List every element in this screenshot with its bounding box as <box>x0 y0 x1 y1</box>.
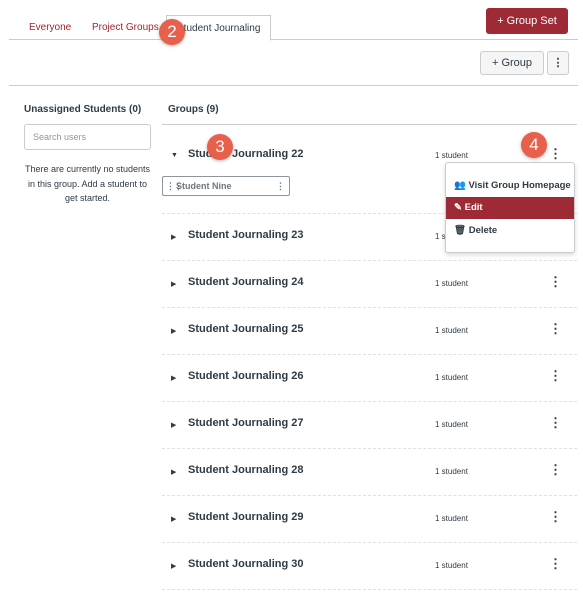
student-options-icon[interactable]: ⋮ <box>276 177 285 195</box>
groups-title: Groups (9) <box>168 104 219 115</box>
menu-item-delete[interactable]: 🗑 Delete <box>446 220 574 242</box>
caret-right-icon[interactable]: ▶ <box>171 327 176 335</box>
add-group-button[interactable]: + Group <box>480 51 544 75</box>
drag-handle-icon[interactable]: ⋮⋮ <box>166 177 183 195</box>
caret-down-icon[interactable]: ▼ <box>171 152 178 159</box>
callout-badge: 3 <box>207 134 233 160</box>
caret-right-icon[interactable]: ▶ <box>171 421 176 429</box>
caret-right-icon[interactable]: ▶ <box>171 515 176 523</box>
group-options-icon[interactable]: ⋮ <box>549 368 562 384</box>
group-row[interactable]: ▶ Student Journaling 24 1 student ⋮ <box>162 261 577 308</box>
group-options-menu: 👥 Visit Group Homepage ✎ Edit 🗑 Delete <box>445 162 575 253</box>
group-set-options-button[interactable]: ⋮ <box>547 51 569 75</box>
callout-badge: 4 <box>521 132 547 158</box>
group-name: Student Journaling 25 <box>188 323 304 335</box>
divider <box>9 85 578 86</box>
menu-label: Edit <box>464 202 483 213</box>
group-options-icon[interactable]: ⋮ <box>549 556 562 572</box>
group-name: Student Journaling 29 <box>188 511 304 523</box>
caret-right-icon[interactable]: ▶ <box>171 233 176 241</box>
caret-right-icon[interactable]: ▶ <box>171 562 176 570</box>
caret-right-icon[interactable]: ▶ <box>171 374 176 382</box>
group-count: 1 student <box>435 561 468 570</box>
group-count: 1 student <box>435 326 468 335</box>
caret-right-icon[interactable]: ▶ <box>171 468 176 476</box>
group-row[interactable]: ▶ Student Journaling 30 1 student ⋮ <box>162 543 577 590</box>
menu-label: Delete <box>468 225 498 236</box>
group-name: Student Journaling 30 <box>188 558 304 570</box>
empty-message: There are currently no students in this … <box>24 164 151 203</box>
group-count: 1 student <box>435 467 468 476</box>
group-name: Student Journaling 24 <box>188 276 304 288</box>
group-options-icon[interactable]: ⋮ <box>549 509 562 525</box>
group-options-icon[interactable]: ⋮ <box>549 415 562 431</box>
search-users-input[interactable]: Search users <box>24 124 151 150</box>
group-row[interactable]: ▶ Student Journaling 27 1 student ⋮ <box>162 402 577 449</box>
unassigned-title: Unassigned Students (0) <box>24 104 142 115</box>
tab-everyone[interactable]: Everyone <box>29 15 71 40</box>
group-options-icon[interactable]: ⋮ <box>549 274 562 290</box>
group-name: Student Journaling 23 <box>188 229 304 241</box>
menu-label: Visit Group Homepage <box>468 180 571 191</box>
group-name: Student Journaling 22 <box>188 148 304 160</box>
caret-right-icon[interactable]: ▶ <box>171 280 176 288</box>
group-count: 1 student <box>435 420 468 429</box>
group-count: 1 student <box>435 373 468 382</box>
student-member[interactable]: ⋮⋮ Student Nine ⋮ <box>162 176 290 196</box>
tab-project-groups[interactable]: Project Groups <box>92 15 159 40</box>
group-options-icon[interactable]: ⋮ <box>549 146 562 162</box>
group-row[interactable]: ▶ Student Journaling 28 1 student ⋮ <box>162 449 577 496</box>
student-name: Student Nine <box>176 181 232 191</box>
group-name: Student Journaling 26 <box>188 370 304 382</box>
callout-badge: 2 <box>159 19 185 45</box>
group-count: 1 student <box>435 514 468 523</box>
group-options-icon[interactable]: ⋮ <box>549 321 562 337</box>
add-group-set-button[interactable]: + Group Set <box>486 8 568 34</box>
group-name: Student Journaling 28 <box>188 464 304 476</box>
group-count: 1 student <box>435 151 468 160</box>
menu-item-visit-homepage[interactable]: 👥 Visit Group Homepage <box>446 175 574 197</box>
group-options-icon[interactable]: ⋮ <box>549 462 562 478</box>
divider <box>162 124 577 125</box>
group-row[interactable]: ▶ Student Journaling 26 1 student ⋮ <box>162 355 577 402</box>
group-count: 1 student <box>435 279 468 288</box>
group-row[interactable]: ▶ Student Journaling 29 1 student ⋮ <box>162 496 577 543</box>
group-row[interactable]: ▶ Student Journaling 25 1 student ⋮ <box>162 308 577 355</box>
group-name: Student Journaling 27 <box>188 417 304 429</box>
menu-item-edit[interactable]: ✎ Edit <box>446 197 574 219</box>
